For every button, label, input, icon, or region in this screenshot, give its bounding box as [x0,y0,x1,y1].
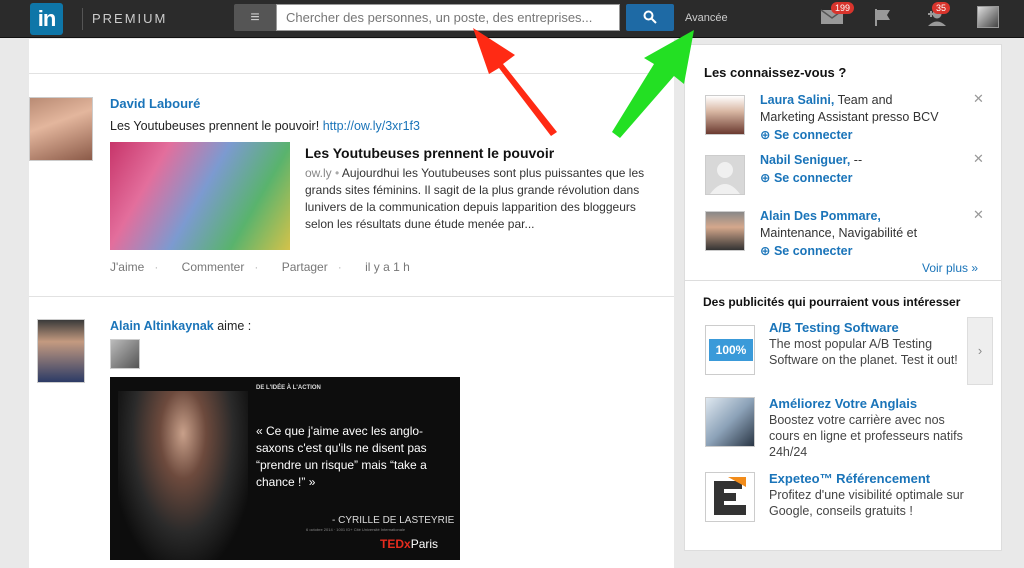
article-body: Aujourdhui les Youtubeuses sont plus pui… [305,166,645,231]
article-title[interactable]: Les Youtubeuses prennent le pouvoir [305,145,554,161]
shared-image[interactable]: DE L'IDÉE À L'ACTION « Ce que j'aime ave… [110,377,460,560]
close-icon[interactable]: ✕ [973,207,984,223]
news-feed: David Labouré Les Youtubeuses prennent l… [29,39,674,568]
like-button[interactable]: J'aime [110,260,144,274]
comment-button[interactable]: Commenter [182,260,245,274]
ads-panel: Des publicités qui pourraient vous intér… [684,281,1002,551]
close-icon[interactable]: ✕ [973,91,984,107]
post-actions: J'aime · Commenter · Partager · il y a 1 h [110,260,410,274]
quote-text: « Ce que j'aime avec les anglo-saxons c'… [256,424,427,489]
profile-avatar[interactable] [977,6,999,28]
ad-image[interactable] [705,397,755,447]
ad-description: The most popular A/B Testing Software on… [769,337,958,367]
article-source: ow.ly [305,166,332,180]
article-description: ow.ly • Aujourdhui les Youtubeuses sont … [305,166,645,231]
liked-user-avatar[interactable] [110,339,140,369]
post-author-name[interactable]: Alain Altinkaynak [110,319,214,333]
connect-button[interactable]: ⊕ Se connecter [760,243,852,258]
search-category-menu-icon[interactable]: ≡ [234,4,276,31]
post-author-name[interactable]: David Labouré [110,96,200,111]
feed-divider [29,73,674,74]
post-activity-verb: aime : [217,319,252,333]
tedx-logo: TEDxParis [380,537,439,551]
ad-description: Boostez votre carrière avec nos cours en… [769,413,963,459]
post-divider [29,296,674,297]
search-button[interactable] [626,4,674,31]
pymk-name: Laura Salini, Team and [760,93,893,107]
pymk-name-link[interactable]: Nabil Seniguer, [760,153,850,167]
ad-image[interactable] [705,472,755,522]
ad-title[interactable]: A/B Testing Software [769,320,899,335]
pymk-avatar[interactable] [705,95,745,135]
ad-title[interactable]: Améliorez Votre Anglais [769,396,917,411]
ad-badge: 100% [709,339,753,361]
search-input[interactable] [276,4,620,31]
post-link[interactable]: http://ow.ly/3xr1f3 [323,119,420,133]
expeteo-logo-icon [714,477,746,515]
connect-button[interactable]: ⊕ Se connecter [760,170,852,185]
post-text-content: Les Youtubeuses prennent le pouvoir! [110,119,320,133]
pymk-title: Les connaissez-vous ? [704,65,847,80]
quote-author: - CYRILLE DE LASTEYRIE [332,515,455,526]
plus-circle-icon: ⊕ [760,128,771,142]
pymk-name: Alain Des Pommare, [760,208,881,225]
speaker-photo [118,391,248,560]
ads-title: Des publicités qui pourraient vous intér… [703,295,961,309]
pymk-headline: Marketing Assistant presso BCV [760,110,939,124]
pymk-headline: Maintenance, Navigabilité et [760,226,918,240]
share-button[interactable]: Partager [282,260,328,274]
close-icon[interactable]: ✕ [973,151,984,167]
plus-circle-icon: ⊕ [760,244,771,258]
post-time: il y a 1 h [365,260,410,274]
post-text: Les Youtubeuses prennent le pouvoir! htt… [110,118,420,135]
linkedin-logo[interactable]: in [30,3,63,35]
author-avatar[interactable] [37,319,85,383]
search-icon [643,10,657,24]
article-thumbnail[interactable] [110,142,290,250]
flag-icon[interactable] [873,7,893,32]
ad-title[interactable]: Expeteo™ Référencement [769,471,930,486]
pymk-avatar[interactable] [705,211,745,251]
connect-button[interactable]: ⊕ Se connecter [760,127,852,142]
messages-badge: 199 [831,2,855,14]
quote-event-info: 6 octobre 2014 · 1001 ID+ Cité Universit… [306,527,406,532]
ad-image[interactable]: 100% [705,325,755,375]
people-you-may-know-panel: Les connaissez-vous ? Laura Salini, Team… [684,44,1002,281]
logo-divider [82,8,83,30]
top-bar: in PREMIUM ≡ Avancée 199 35 [0,0,1024,38]
quote-header: DE L'IDÉE À L'ACTION [256,385,321,391]
pymk-avatar[interactable] [705,155,745,195]
advanced-search-link[interactable]: Avancée [685,12,728,24]
see-more-link[interactable]: Voir plus » [922,261,978,275]
pymk-name-link[interactable]: Alain Des Pommare, [760,209,881,223]
pymk-name: Nabil Seniguer, -- [760,153,863,167]
ad-description: Profitez d'une visibilité optimale sur G… [769,488,964,518]
plus-circle-icon: ⊕ [760,171,771,185]
ads-next-button[interactable]: › [967,317,993,385]
author-avatar[interactable] [29,97,93,161]
post-activity: Alain Altinkaynak aime : [110,318,251,335]
pymk-name-link[interactable]: Laura Salini, [760,93,834,107]
premium-label[interactable]: PREMIUM [92,11,167,26]
notifications-badge: 35 [932,2,951,14]
